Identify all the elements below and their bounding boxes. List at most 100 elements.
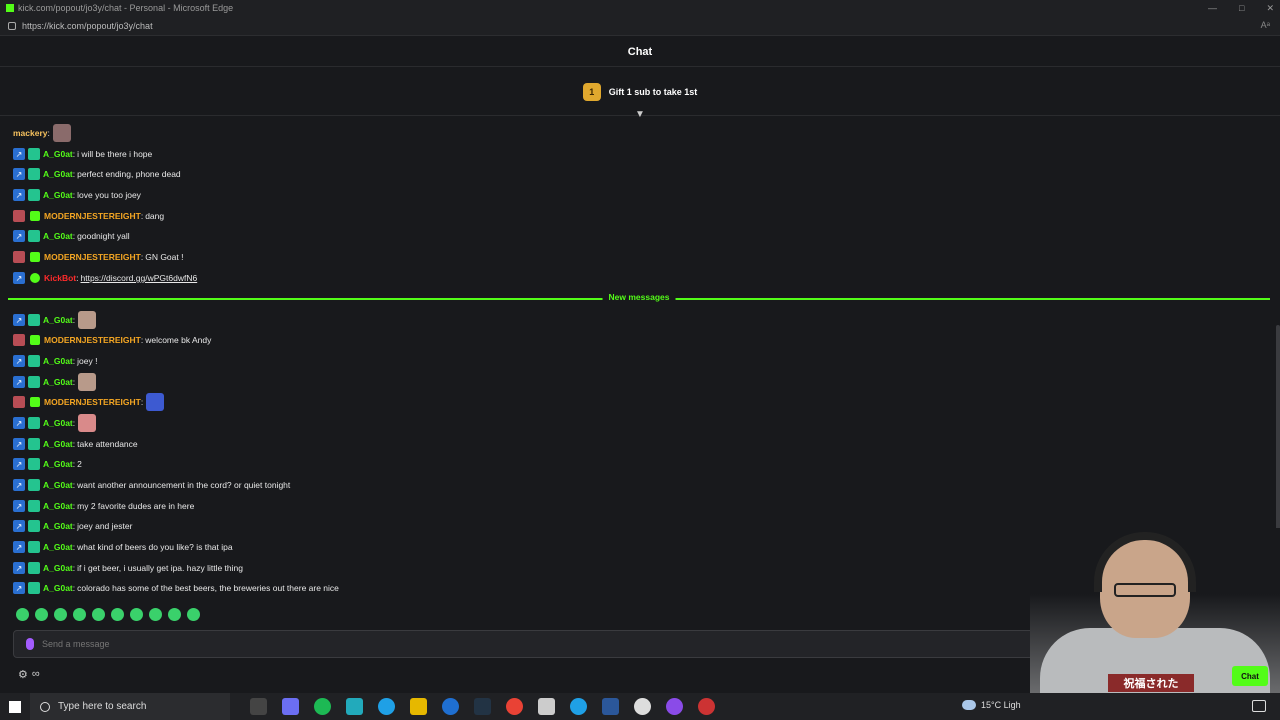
- subscriber-badge-icon: [28, 458, 40, 470]
- emote-icon[interactable]: [187, 608, 200, 621]
- restore-icon[interactable]: □: [1239, 0, 1244, 16]
- emote-icon[interactable]: [149, 608, 162, 621]
- username-separator: :: [72, 418, 76, 428]
- astronaut-emote-icon[interactable]: [146, 393, 165, 411]
- message-text: 2: [77, 459, 82, 469]
- edge-dev-icon[interactable]: [570, 698, 587, 715]
- chat-username[interactable]: A_G0at: [43, 149, 73, 159]
- chat-username[interactable]: A_G0at: [43, 231, 73, 241]
- emote-icon[interactable]: [73, 608, 86, 621]
- subscriber-badge-icon: [28, 168, 40, 180]
- word-icon[interactable]: [602, 698, 619, 715]
- message-text: perfect ending, phone dead: [77, 169, 181, 179]
- chat-username[interactable]: MODERNJESTEREIGHT: [44, 397, 141, 407]
- window-titlebar: kick.com/popout/jo3y/chat - Personal - M…: [0, 0, 1280, 16]
- taskbar-search[interactable]: Type here to search: [30, 693, 230, 720]
- message-text: want another announcement in the cord? o…: [77, 480, 291, 490]
- username-separator: :: [140, 252, 144, 262]
- chat-username[interactable]: A_G0at: [43, 583, 73, 593]
- edge-icon[interactable]: [378, 698, 395, 715]
- task-view-icon[interactable]: [250, 698, 267, 715]
- emote-icon[interactable]: [16, 608, 29, 621]
- moderator-sword-icon: ↗: [13, 520, 25, 532]
- chrome-icon[interactable]: [506, 698, 523, 715]
- read-aloud-icon[interactable]: Aᵃ: [1261, 20, 1270, 30]
- chat-message: ↗ A_G0at: if i get beer, i usually get ipa…: [13, 558, 243, 578]
- collapse-chevron-icon[interactable]: ▼: [634, 110, 646, 120]
- chat-username[interactable]: A_G0at: [43, 190, 73, 200]
- weather-widget[interactable]: 15°C Ligh: [962, 700, 1021, 710]
- chat-message: ↗ A_G0at:2: [13, 454, 82, 474]
- chat-username[interactable]: A_G0at: [43, 418, 73, 428]
- file-explorer-icon[interactable]: [410, 698, 427, 715]
- chat-username[interactable]: MODERNJESTEREIGHT: [44, 211, 141, 221]
- message-text: take attendance: [77, 439, 138, 449]
- gift-label[interactable]: Gift 1 sub to take 1st: [609, 87, 698, 97]
- username-separator: :: [72, 542, 76, 552]
- taskbar-apps: [250, 698, 715, 715]
- chat-username[interactable]: A_G0at: [43, 439, 73, 449]
- microphone-icon[interactable]: [26, 638, 34, 650]
- windows-taskbar: Type here to search 15°C Ligh: [0, 693, 1280, 720]
- settings-gear-icon[interactable]: ⚙: [18, 668, 28, 681]
- message-text: welcome bk Andy: [145, 335, 212, 345]
- chat-tools: ⚙ ∞: [18, 668, 40, 681]
- chat-username[interactable]: A_G0at: [43, 563, 73, 573]
- address-bar[interactable]: https://kick.com/popout/jo3y/chat Aᵃ: [0, 16, 1280, 36]
- emote-icon[interactable]: [130, 608, 143, 621]
- notification-icon[interactable]: [1252, 700, 1266, 712]
- moderator-sword-icon: ↗: [13, 500, 25, 512]
- emote-icon[interactable]: [35, 608, 48, 621]
- chat-username[interactable]: A_G0at: [43, 480, 73, 490]
- chat-username[interactable]: A_G0at: [43, 356, 73, 366]
- chat-username[interactable]: A_G0at: [43, 169, 73, 179]
- send-chat-button[interactable]: Chat: [1232, 666, 1268, 686]
- chat-username[interactable]: A_G0at: [43, 521, 73, 531]
- chat-username[interactable]: MODERNJESTEREIGHT: [44, 252, 141, 262]
- chat-username[interactable]: A_G0at: [43, 542, 73, 552]
- chat-username[interactable]: A_G0at: [43, 459, 73, 469]
- moderator-sword-icon: ↗: [13, 417, 25, 429]
- chat-message: mackery:: [13, 123, 71, 143]
- close-icon[interactable]: ✕: [1266, 0, 1274, 16]
- chat-username[interactable]: A_G0at: [43, 377, 73, 387]
- calculator-icon[interactable]: [538, 698, 555, 715]
- emote-icon[interactable]: [111, 608, 124, 621]
- chat-username[interactable]: A_G0at: [43, 315, 73, 325]
- start-button[interactable]: [0, 693, 30, 720]
- chat-tools-label[interactable]: ∞: [32, 668, 40, 681]
- audio-app-icon[interactable]: [346, 698, 363, 715]
- cat-emote-icon[interactable]: [52, 124, 71, 142]
- emote-icon[interactable]: [54, 608, 67, 621]
- chat-username[interactable]: A_G0at: [43, 501, 73, 511]
- chat-username[interactable]: MODERNJESTEREIGHT: [44, 335, 141, 345]
- lock-icon[interactable]: [8, 21, 16, 30]
- verified-badge-icon: [30, 273, 40, 283]
- emote-icon[interactable]: [168, 608, 181, 621]
- chatgpt-icon[interactable]: [634, 698, 651, 715]
- chat-message: ↗ A_G0at: take attendance: [13, 434, 138, 454]
- minimize-icon[interactable]: —: [1208, 0, 1217, 16]
- obs-icon[interactable]: [698, 698, 715, 715]
- face-emote-icon[interactable]: [78, 373, 97, 391]
- steam-icon[interactable]: [474, 698, 491, 715]
- spotify-icon[interactable]: [314, 698, 331, 715]
- discord-icon[interactable]: [666, 698, 683, 715]
- taskbar-search-placeholder: Type here to search: [58, 701, 147, 712]
- emote-icon[interactable]: [92, 608, 105, 621]
- face-emote-icon[interactable]: [78, 311, 97, 329]
- username-separator: :: [140, 397, 144, 407]
- quick-emote-bar: [16, 608, 200, 624]
- pink-emote-icon[interactable]: [78, 414, 97, 432]
- gift-badge-icon: [30, 211, 40, 221]
- message-text: joey !: [77, 356, 98, 366]
- message-text: GN Goat !: [145, 252, 184, 262]
- chat-username[interactable]: mackery: [13, 128, 48, 138]
- username-separator: :: [47, 128, 50, 138]
- bing-icon[interactable]: [442, 698, 459, 715]
- message-input[interactable]: [42, 639, 942, 649]
- message-link[interactable]: https://discord.gg/wPGt6dwfN6: [81, 273, 198, 283]
- url-text[interactable]: https://kick.com/popout/jo3y/chat: [22, 21, 153, 31]
- copilot-icon[interactable]: [282, 698, 299, 715]
- chat-username[interactable]: KickBot: [44, 273, 76, 283]
